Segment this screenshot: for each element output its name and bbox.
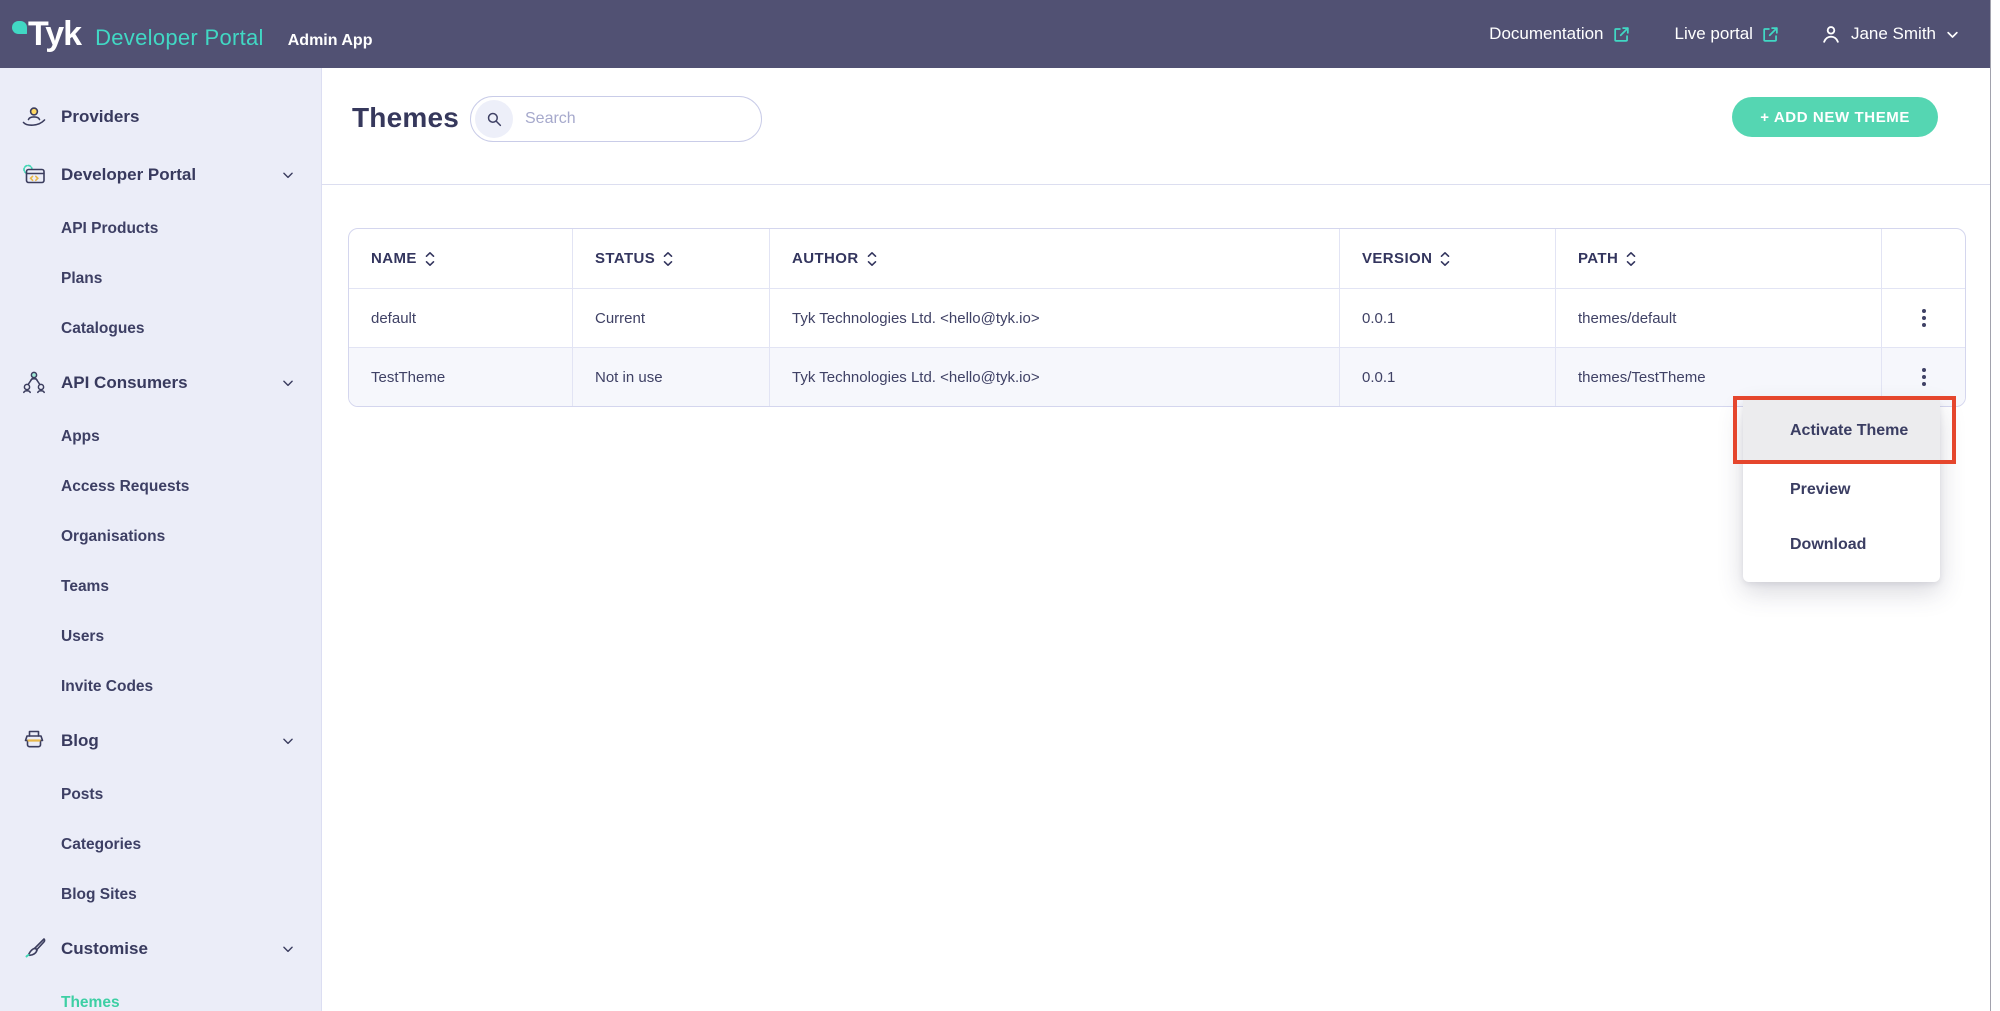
brand: Tyk Developer Portal Admin App: [28, 17, 372, 51]
app-window: Tyk Developer Portal Admin App Documenta…: [0, 0, 2000, 1011]
sidebar-item-developer-portal[interactable]: Developer Portal: [0, 146, 321, 204]
sidebar-item-categories[interactable]: Categories: [0, 820, 321, 870]
table-row: TestTheme Not in use Tyk Technologies Lt…: [349, 347, 1965, 406]
documentation-link-label: Documentation: [1489, 24, 1603, 44]
menu-item-preview[interactable]: Preview: [1743, 462, 1940, 517]
column-header-author[interactable]: AUTHOR: [770, 229, 1340, 288]
sidebar-item-posts[interactable]: Posts: [0, 770, 321, 820]
sidebar: Providers Developer Portal API Products …: [0, 68, 322, 1011]
search-box: [470, 96, 762, 142]
sidebar-item-themes[interactable]: Themes: [0, 978, 321, 1011]
sort-icon[interactable]: [663, 251, 673, 267]
add-new-theme-button[interactable]: + ADD NEW THEME: [1732, 97, 1938, 137]
page-scrollbar[interactable]: [1990, 0, 2000, 1011]
cell-actions: [1882, 289, 1965, 347]
menu-item-download[interactable]: Download: [1743, 517, 1940, 572]
sort-icon[interactable]: [425, 251, 435, 267]
cell-author: Tyk Technologies Ltd. <hello@tyk.io>: [770, 289, 1340, 347]
table-row: default Current Tyk Technologies Ltd. <h…: [349, 288, 1965, 347]
cell-status: Current: [573, 289, 770, 347]
blog-icon: [20, 727, 48, 755]
sidebar-item-label: Blog: [61, 731, 99, 751]
menu-item-activate-theme[interactable]: Activate Theme: [1743, 400, 1940, 462]
page-header-row: Themes + ADD NEW THEME: [352, 94, 1960, 142]
customise-icon: [20, 935, 48, 963]
theme-context-menu: Activate Theme Preview Download: [1743, 400, 1940, 582]
chevron-down-icon: [1945, 27, 1960, 42]
providers-icon: [20, 103, 48, 131]
sidebar-item-label: API Consumers: [61, 373, 188, 393]
live-portal-link[interactable]: Live portal: [1675, 24, 1780, 44]
themes-table: NAME STATUS AUTHOR VERSION PATH: [348, 228, 1966, 407]
header-divider: [322, 184, 1990, 185]
user-name: Jane Smith: [1851, 24, 1936, 44]
sidebar-item-plans[interactable]: Plans: [0, 254, 321, 304]
external-link-icon: [1761, 25, 1780, 44]
chevron-down-icon: [281, 942, 295, 956]
cell-actions: [1882, 348, 1965, 406]
external-link-icon: [1612, 25, 1631, 44]
cell-status: Not in use: [573, 348, 770, 406]
sidebar-item-blog[interactable]: Blog: [0, 712, 321, 770]
chevron-down-icon: [281, 168, 295, 182]
header-actions: Documentation Live portal Jane Smith: [1489, 23, 1960, 45]
cell-path: themes/default: [1556, 289, 1882, 347]
cell-author: Tyk Technologies Ltd. <hello@tyk.io>: [770, 348, 1340, 406]
column-header-actions: [1882, 229, 1965, 288]
cell-path: themes/TestTheme: [1556, 348, 1882, 406]
sidebar-item-customise[interactable]: Customise: [0, 920, 321, 978]
sidebar-item-invite-codes[interactable]: Invite Codes: [0, 662, 321, 712]
sidebar-item-organisations[interactable]: Organisations: [0, 512, 321, 562]
sort-icon[interactable]: [1440, 251, 1450, 267]
column-header-status[interactable]: STATUS: [573, 229, 770, 288]
sidebar-item-label: Providers: [61, 107, 139, 127]
main-content: Themes + ADD NEW THEME NAME STATUS: [322, 68, 1990, 1011]
sort-icon[interactable]: [1626, 251, 1636, 267]
sidebar-item-users[interactable]: Users: [0, 612, 321, 662]
sidebar-item-blog-sites[interactable]: Blog Sites: [0, 870, 321, 920]
chevron-down-icon: [281, 376, 295, 390]
kebab-menu-icon[interactable]: [1914, 301, 1934, 335]
sidebar-item-apps[interactable]: Apps: [0, 412, 321, 462]
sidebar-item-label: Customise: [61, 939, 148, 959]
top-header: Tyk Developer Portal Admin App Documenta…: [0, 0, 1990, 68]
sidebar-item-teams[interactable]: Teams: [0, 562, 321, 612]
sort-icon[interactable]: [867, 251, 877, 267]
cell-version: 0.0.1: [1340, 289, 1556, 347]
user-menu[interactable]: Jane Smith: [1820, 23, 1960, 45]
column-header-path[interactable]: PATH: [1556, 229, 1882, 288]
search-icon: [475, 100, 513, 138]
kebab-menu-icon[interactable]: [1914, 360, 1934, 394]
page-title: Themes: [352, 102, 459, 134]
sidebar-item-providers[interactable]: Providers: [0, 88, 321, 146]
table-header-row: NAME STATUS AUTHOR VERSION PATH: [349, 229, 1965, 288]
cell-name: default: [349, 289, 573, 347]
brand-app-label: Admin App: [288, 32, 373, 50]
sidebar-item-api-products[interactable]: API Products: [0, 204, 321, 254]
sidebar-item-access-requests[interactable]: Access Requests: [0, 462, 321, 512]
search-input[interactable]: [525, 110, 735, 128]
column-header-name[interactable]: NAME: [349, 229, 573, 288]
live-portal-link-label: Live portal: [1675, 24, 1753, 44]
sidebar-item-catalogues[interactable]: Catalogues: [0, 304, 321, 354]
api-consumers-icon: [20, 369, 48, 397]
sidebar-item-label: Developer Portal: [61, 165, 196, 185]
brand-name: Tyk: [28, 17, 81, 51]
tyk-leaf-icon: [12, 21, 27, 34]
documentation-link[interactable]: Documentation: [1489, 24, 1630, 44]
sidebar-item-api-consumers[interactable]: API Consumers: [0, 354, 321, 412]
cell-version: 0.0.1: [1340, 348, 1556, 406]
developer-portal-icon: [20, 161, 48, 189]
chevron-down-icon: [281, 734, 295, 748]
column-header-version[interactable]: VERSION: [1340, 229, 1556, 288]
cell-name: TestTheme: [349, 348, 573, 406]
user-icon: [1820, 23, 1842, 45]
tyk-logo: Tyk: [28, 17, 81, 51]
brand-product-label: Developer Portal: [95, 25, 264, 51]
